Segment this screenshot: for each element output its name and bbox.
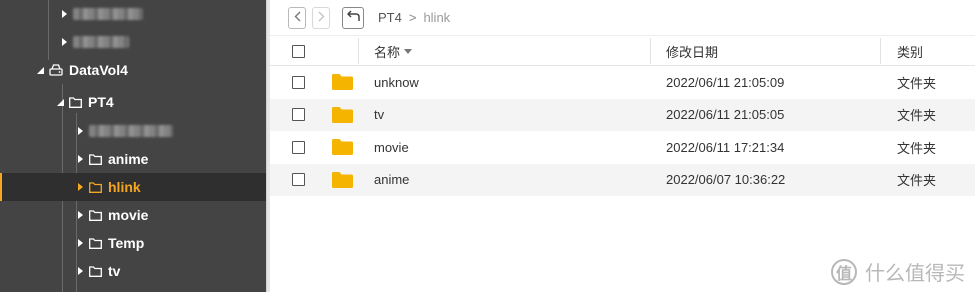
row-checkbox[interactable] — [292, 75, 305, 89]
table-row[interactable]: movie 2022/06/11 17:21:34 文件夹 — [270, 131, 975, 164]
up-level-button[interactable] — [342, 6, 364, 29]
tree-item-label: anime — [108, 151, 149, 167]
tree-item-label: hlink — [108, 179, 141, 195]
caret-down-icon — [404, 48, 413, 54]
row-select-cell — [292, 99, 305, 132]
redacted-label — [73, 8, 143, 20]
tree-item-tv[interactable]: tv — [0, 257, 266, 285]
caret-down-icon[interactable] — [56, 98, 64, 106]
caret-right-icon[interactable] — [76, 211, 84, 219]
return-up-icon — [346, 9, 360, 27]
breadcrumb-separator: > — [408, 10, 417, 25]
column-header-modified[interactable]: 修改日期 — [666, 36, 718, 66]
column-header-label: 类别 — [897, 44, 924, 60]
chevron-right-icon — [318, 9, 325, 27]
drive-icon — [49, 64, 63, 76]
tree-item-temp[interactable]: Temp — [0, 229, 266, 257]
file-name[interactable]: tv — [374, 99, 384, 132]
file-type: 文件夹 — [897, 75, 937, 91]
column-header-name[interactable]: 名称 — [374, 36, 413, 66]
file-name[interactable]: unknow — [374, 66, 419, 99]
tree-item-redacted[interactable] — [0, 117, 266, 145]
tree-item-redacted[interactable] — [0, 0, 266, 28]
file-name[interactable]: movie — [374, 131, 409, 164]
file-type: 文件夹 — [897, 108, 937, 124]
file-modified: 2022/06/11 21:05:09 — [666, 74, 785, 90]
column-header-type[interactable]: 类别 — [897, 36, 923, 66]
caret-right-icon[interactable] — [76, 127, 84, 135]
watermark-logo: 值 — [831, 258, 857, 285]
file-table: 名称 修改日期 类别 unknow 2022/06/11 21:05:09 文件… — [270, 36, 975, 196]
file-modified: 2022/06/11 21:05:05 — [666, 107, 785, 123]
row-select-cell — [292, 66, 305, 99]
tree-item-datavol4[interactable]: DataVol4 — [0, 56, 266, 84]
file-modified: 2022/06/07 10:36:22 — [666, 172, 786, 188]
row-checkbox[interactable] — [292, 140, 305, 154]
row-checkbox[interactable] — [292, 173, 305, 187]
folder-icon — [332, 131, 353, 164]
tree-item-movie[interactable]: movie — [0, 201, 266, 229]
tree-item-label: movie — [108, 207, 149, 223]
row-select-cell — [292, 164, 305, 197]
folder-outline-icon — [89, 181, 102, 193]
row-select-cell — [292, 131, 305, 164]
tree-item-pt4[interactable]: PT4 — [0, 88, 266, 116]
tree-item-label: tv — [108, 263, 121, 279]
select-all-checkbox[interactable] — [292, 44, 305, 58]
table-row[interactable]: anime 2022/06/07 10:36:22 文件夹 — [270, 163, 975, 197]
column-header-label: 名称 — [374, 44, 401, 60]
file-list-pane: PT4 > hlink 名称 修改日期 类别 unknow 2022/06/11… — [270, 0, 975, 292]
folder-icon — [332, 164, 353, 197]
caret-down-icon[interactable] — [36, 66, 44, 74]
select-all-cell — [292, 36, 305, 66]
caret-right-icon[interactable] — [76, 239, 84, 247]
file-name[interactable]: anime — [374, 164, 409, 197]
folder-outline-icon — [69, 96, 82, 108]
back-button[interactable] — [288, 6, 306, 29]
chevron-left-icon — [294, 9, 301, 27]
caret-right-icon[interactable] — [76, 183, 84, 191]
tree-item-hlink[interactable]: hlink — [0, 173, 266, 201]
forward-button[interactable] — [312, 6, 330, 29]
watermark: 值 什么值得买 — [831, 257, 965, 286]
tree-item-label: DataVol4 — [69, 62, 128, 78]
caret-right-icon[interactable] — [60, 38, 68, 46]
folder-outline-icon — [89, 153, 102, 165]
tree-item-redacted[interactable] — [0, 28, 266, 56]
table-row[interactable]: tv 2022/06/11 21:05:05 文件夹 — [270, 98, 975, 132]
file-type: 文件夹 — [897, 173, 937, 189]
folder-outline-icon — [89, 265, 102, 277]
breadcrumb-item[interactable]: PT4 — [378, 10, 402, 25]
tree-item-label: Temp — [108, 235, 145, 251]
column-divider[interactable] — [650, 38, 651, 64]
tree-item-anime[interactable]: anime — [0, 145, 266, 173]
redacted-label — [73, 36, 129, 48]
column-divider[interactable] — [880, 38, 881, 64]
redacted-label — [89, 125, 173, 137]
breadcrumb-current: hlink — [423, 10, 451, 25]
column-divider[interactable] — [358, 38, 359, 64]
row-checkbox[interactable] — [292, 108, 305, 122]
caret-right-icon[interactable] — [76, 155, 84, 163]
watermark-text: 什么值得买 — [865, 261, 965, 285]
table-row[interactable]: unknow 2022/06/11 21:05:09 文件夹 — [270, 66, 975, 99]
folder-icon — [332, 66, 353, 99]
column-header-label: 修改日期 — [666, 44, 719, 60]
folder-tree-sidebar: DataVol4 PT4 anime hlink movie Temp tv — [0, 0, 266, 292]
table-header: 名称 修改日期 类别 — [270, 36, 975, 66]
file-modified: 2022/06/11 17:21:34 — [666, 139, 785, 155]
folder-icon — [332, 99, 353, 132]
caret-right-icon[interactable] — [60, 10, 68, 18]
folder-outline-icon — [89, 209, 102, 221]
caret-right-icon[interactable] — [76, 267, 84, 275]
navigation-toolbar: PT4 > hlink — [270, 0, 975, 36]
folder-outline-icon — [89, 237, 102, 249]
tree-item-label: PT4 — [88, 94, 114, 110]
file-type: 文件夹 — [897, 140, 937, 156]
